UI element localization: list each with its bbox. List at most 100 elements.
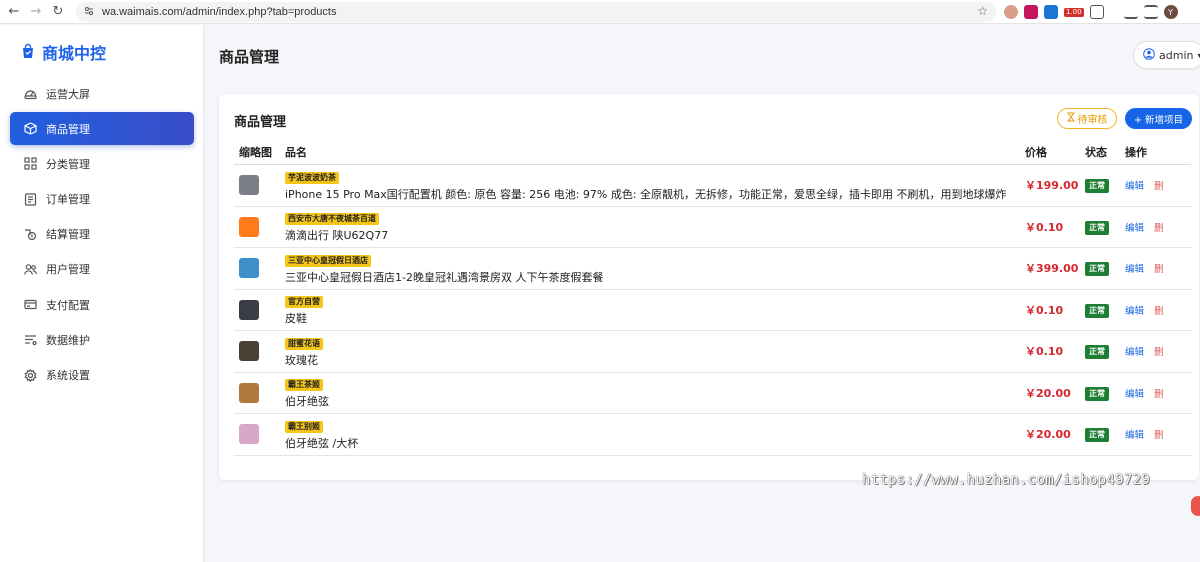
delete-button[interactable]: 删 [1154, 386, 1164, 400]
delete-button[interactable]: 删 [1154, 344, 1164, 358]
status-cell: 正常 [1085, 343, 1125, 360]
table-row: 官方自营 皮鞋 ￥0.10 正常 编辑删 [234, 290, 1191, 331]
product-thumbnail[interactable] [239, 299, 259, 320]
status-badge: 正常 [1085, 303, 1109, 318]
sidebar-item-products[interactable]: 商品管理 [10, 112, 194, 146]
add-item-button[interactable]: + 新增项目 [1125, 108, 1192, 129]
actions-cell: 编辑删 [1125, 261, 1191, 275]
product-thumbnail[interactable] [239, 341, 259, 362]
pending-review-label: 待审核 [1077, 115, 1108, 126]
store-tag: 三亚中心皇冠假日酒店 [285, 254, 371, 267]
delete-button[interactable]: 删 [1154, 178, 1164, 192]
product-thumbnail[interactable] [239, 382, 259, 403]
sidebar-item-label: 运营大屏 [46, 87, 90, 101]
sidebar-item-categories[interactable]: 分类管理 [10, 147, 194, 180]
brand[interactable]: 商城中控 [20, 40, 106, 64]
thumbnail-cell [234, 299, 285, 320]
product-name: 皮鞋 [285, 312, 307, 326]
edit-button[interactable]: 编辑 [1125, 386, 1144, 400]
products-card: 商品管理 待审核 + 新增项目 缩略图 品名 价格 状态 操作 芋泥波波奶茶 iP… [219, 94, 1199, 480]
reading-list-icon[interactable] [1143, 5, 1158, 19]
sidebar-item-users[interactable]: 用户管理 [10, 253, 194, 286]
sidebar: 商城中控 运营大屏 商品管理 分类管理 订单管理 结算管理 用户管理 支付配置 … [0, 25, 204, 562]
thumbnail-cell [234, 175, 285, 196]
edit-button[interactable]: 编辑 [1125, 261, 1144, 275]
edit-button[interactable]: 编辑 [1125, 220, 1144, 234]
product-price: ￥199.00 [1025, 179, 1079, 193]
sidebar-item-label: 用户管理 [46, 263, 90, 277]
store-tag: 芋泥波波奶茶 [285, 171, 339, 184]
order-list-icon [22, 191, 38, 207]
sidebar-menu: 运营大屏 商品管理 分类管理 订单管理 结算管理 用户管理 支付配置 数据维护 [10, 77, 194, 394]
status-cell: 正常 [1085, 426, 1125, 443]
status-badge: 正常 [1085, 345, 1109, 360]
price-cell: ￥0.10 [1025, 302, 1085, 318]
edit-button[interactable]: 编辑 [1125, 427, 1144, 441]
product-price: ￥399.00 [1025, 262, 1079, 276]
hourglass-icon [1066, 112, 1075, 125]
product-thumbnail[interactable] [239, 216, 259, 237]
product-name: 伯牙绝弦 [285, 395, 329, 409]
name-cell: 西安市大唐不夜城茶百道 滴滴出行 陕U62Q77 [285, 210, 1025, 243]
sidebar-item-label: 结算管理 [46, 228, 90, 242]
sidebar-item-settings[interactable]: 系统设置 [10, 359, 194, 392]
edit-button[interactable]: 编辑 [1125, 303, 1144, 317]
sidebar-item-label: 分类管理 [46, 157, 90, 171]
edit-button[interactable]: 编辑 [1125, 344, 1144, 358]
product-name: 三亚中心皇冠假日酒店1-2晚皇冠礼遇湾景房双 人下午茶度假套餐 [285, 270, 604, 284]
delete-button[interactable]: 删 [1154, 261, 1164, 275]
bookmark-star-icon[interactable]: ☆ [977, 4, 988, 18]
product-thumbnail[interactable] [239, 258, 259, 279]
extensions-puzzle-icon[interactable] [1089, 5, 1104, 19]
sidebar-item-data[interactable]: 数据维护 [10, 323, 194, 356]
credit-card-icon [22, 297, 38, 313]
address-bar[interactable]: wa.waimais.com/admin/index.php?tab=produ… [76, 2, 996, 22]
sidebar-item-settlement[interactable]: 结算管理 [10, 218, 194, 251]
extension-avatar-icon[interactable] [1004, 5, 1018, 19]
delete-button[interactable]: 删 [1154, 427, 1164, 441]
forward-icon[interactable]: → [25, 2, 47, 22]
extension-tag-icon[interactable] [1044, 5, 1058, 19]
status-badge: 正常 [1085, 386, 1109, 401]
product-thumbnail[interactable] [239, 424, 259, 445]
actions-cell: 编辑删 [1125, 303, 1191, 317]
users-icon [22, 261, 38, 277]
product-thumbnail[interactable] [239, 175, 259, 196]
delete-button[interactable]: 删 [1154, 220, 1164, 234]
thumbnail-cell [234, 424, 285, 445]
edit-button[interactable]: 编辑 [1125, 178, 1144, 192]
url-text[interactable]: wa.waimais.com/admin/index.php?tab=produ… [102, 6, 337, 18]
floating-widget[interactable] [1191, 496, 1200, 516]
sidebar-item-label: 订单管理 [46, 193, 90, 207]
store-tag: 西安市大唐不夜城茶百道 [285, 213, 379, 226]
downloads-icon[interactable] [1123, 5, 1138, 19]
store-tag: 甜蜜花语 [285, 337, 323, 350]
extension-download-icon[interactable] [1024, 5, 1038, 19]
thumbnail-cell [234, 216, 285, 237]
price-cell: ￥0.10 [1025, 343, 1085, 359]
status-badge: 正常 [1085, 220, 1109, 235]
shopping-bag-icon [20, 43, 36, 62]
sidebar-item-label: 支付配置 [46, 298, 90, 312]
profile-avatar[interactable]: Y [1163, 5, 1178, 19]
user-menu-button[interactable]: admin ▾ [1133, 41, 1200, 69]
extensions-area: 1.00 Y [1004, 2, 1178, 22]
back-icon[interactable]: ← [3, 2, 25, 22]
sidebar-item-dashboard[interactable]: 运营大屏 [10, 77, 194, 110]
card-title: 商品管理 [234, 115, 287, 130]
sidebar-item-orders[interactable]: 订单管理 [10, 183, 194, 216]
table-row: 甜蜜花语 玫瑰花 ￥0.10 正常 编辑删 [234, 331, 1191, 373]
add-item-label: + 新增项目 [1134, 114, 1183, 126]
site-settings-icon[interactable] [84, 5, 94, 19]
sidebar-item-label: 系统设置 [46, 369, 90, 382]
actions-cell: 编辑删 [1125, 427, 1191, 441]
sidebar-item-payment[interactable]: 支付配置 [10, 288, 194, 321]
extension-badge[interactable]: 1.00 [1064, 7, 1084, 17]
delete-button[interactable]: 删 [1154, 303, 1164, 317]
page-title: 商品管理 [219, 48, 280, 66]
product-price: ￥0.10 [1025, 345, 1064, 359]
pending-review-button[interactable]: 待审核 [1057, 108, 1117, 129]
thumbnail-cell [234, 382, 285, 403]
price-cell: ￥199.00 [1025, 177, 1085, 193]
reload-icon[interactable]: ↻ [47, 2, 69, 22]
